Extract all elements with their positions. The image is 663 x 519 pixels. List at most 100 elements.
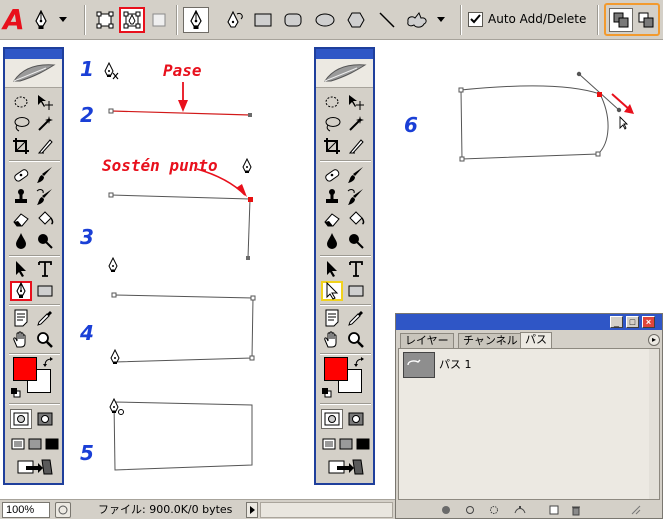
status-menu-arrow-icon[interactable] bbox=[246, 502, 258, 518]
jump-to-imageready-icon[interactable] bbox=[12, 457, 56, 477]
new-path-icon[interactable] bbox=[548, 504, 560, 516]
pen-icon[interactable] bbox=[183, 7, 209, 33]
chevron-down-icon[interactable] bbox=[434, 7, 448, 33]
auto-add-delete-checkbox[interactable] bbox=[468, 12, 483, 27]
blur-tool-icon[interactable] bbox=[10, 231, 32, 251]
panel-menu-icon[interactable]: ▸ bbox=[648, 334, 660, 346]
screen-mode-fullmenu-icon[interactable] bbox=[338, 434, 354, 454]
paint-bucket-tool-icon[interactable] bbox=[345, 209, 367, 229]
palette-titlebar[interactable] bbox=[316, 49, 373, 59]
close-icon[interactable]: × bbox=[642, 316, 655, 328]
screen-mode-standard-icon[interactable] bbox=[321, 434, 337, 454]
line-icon[interactable] bbox=[374, 7, 400, 33]
standard-mode-icon[interactable] bbox=[10, 409, 32, 429]
fill-path-icon[interactable] bbox=[440, 504, 452, 516]
stroke-path-icon[interactable] bbox=[464, 504, 476, 516]
healing-brush-tool-icon[interactable] bbox=[10, 165, 32, 185]
rectangle-tool-icon[interactable] bbox=[34, 281, 56, 301]
notes-tool-icon[interactable] bbox=[321, 308, 343, 328]
foreground-color-swatch[interactable] bbox=[13, 357, 37, 381]
clone-stamp-tool-icon[interactable] bbox=[10, 187, 32, 207]
jump-to-imageready-icon[interactable] bbox=[323, 457, 367, 477]
marquee-tool-icon[interactable] bbox=[10, 92, 32, 112]
move-tool-icon[interactable] bbox=[34, 92, 56, 112]
pen-tool-preset-icon[interactable] bbox=[28, 7, 54, 33]
add-to-path-icon[interactable] bbox=[609, 8, 633, 32]
load-path-as-selection-icon[interactable] bbox=[488, 504, 500, 516]
path-selection-tool-icon[interactable] bbox=[10, 259, 32, 279]
screen-mode-standard-icon[interactable] bbox=[10, 434, 26, 454]
screen-mode-full-icon[interactable] bbox=[355, 434, 371, 454]
type-tool-icon[interactable] bbox=[34, 259, 56, 279]
delete-path-icon[interactable] bbox=[570, 504, 582, 516]
eraser-tool-icon[interactable] bbox=[10, 209, 32, 229]
magic-wand-tool-icon[interactable] bbox=[345, 114, 367, 134]
clone-stamp-tool-icon[interactable] bbox=[321, 187, 343, 207]
dodge-tool-icon[interactable] bbox=[34, 231, 56, 251]
zoom-tool-icon[interactable] bbox=[345, 330, 367, 350]
default-colors-icon[interactable] bbox=[11, 385, 21, 403]
eyedropper-tool-icon[interactable] bbox=[34, 308, 56, 328]
lasso-tool-icon[interactable] bbox=[10, 114, 32, 134]
eraser-tool-icon[interactable] bbox=[321, 209, 343, 229]
quick-mask-mode-icon[interactable] bbox=[345, 409, 367, 429]
maximize-icon[interactable]: □ bbox=[626, 316, 639, 328]
notes-tool-icon[interactable] bbox=[10, 308, 32, 328]
horizontal-scrollbar[interactable] bbox=[260, 502, 393, 518]
panel-titlebar[interactable]: _ □ × bbox=[396, 314, 662, 330]
screen-mode-fullmenu-icon[interactable] bbox=[27, 434, 43, 454]
swap-colors-icon[interactable] bbox=[43, 356, 55, 374]
path-selection-tool-icon[interactable] bbox=[321, 259, 343, 279]
marquee-tool-icon[interactable] bbox=[321, 92, 343, 112]
history-brush-tool-icon[interactable] bbox=[345, 187, 367, 207]
lasso-tool-icon[interactable] bbox=[321, 114, 343, 134]
foreground-color-swatch[interactable] bbox=[324, 357, 348, 381]
path-row[interactable]: パス 1 bbox=[399, 351, 659, 379]
tab-paths[interactable]: パス bbox=[520, 332, 552, 348]
hand-tool-icon[interactable] bbox=[321, 330, 343, 350]
subtract-from-path-icon[interactable] bbox=[634, 8, 658, 32]
brush-tool-icon[interactable] bbox=[345, 165, 367, 185]
freeform-pen-icon[interactable] bbox=[222, 7, 248, 33]
brush-tool-icon[interactable] bbox=[34, 165, 56, 185]
quick-mask-mode-icon[interactable] bbox=[34, 409, 56, 429]
crop-tool-icon[interactable] bbox=[10, 136, 32, 156]
slice-tool-icon[interactable] bbox=[345, 136, 367, 156]
dodge-tool-icon[interactable] bbox=[345, 231, 367, 251]
screen-mode-full-icon[interactable] bbox=[44, 434, 60, 454]
paths-list-scrollbar[interactable] bbox=[649, 349, 659, 499]
feather-logo-icon[interactable] bbox=[316, 59, 373, 88]
custom-shape-icon[interactable] bbox=[404, 7, 430, 33]
make-work-path-icon[interactable] bbox=[514, 504, 526, 516]
default-colors-icon[interactable] bbox=[322, 385, 332, 403]
rounded-rectangle-icon[interactable] bbox=[280, 7, 306, 33]
swap-colors-icon[interactable] bbox=[354, 356, 366, 374]
standard-mode-icon[interactable] bbox=[321, 409, 343, 429]
tab-channels[interactable]: チャンネル bbox=[458, 333, 523, 348]
eyedropper-tool-icon[interactable] bbox=[345, 308, 367, 328]
move-tool-icon[interactable] bbox=[345, 92, 367, 112]
shape-layers-icon[interactable] bbox=[92, 7, 118, 33]
zoom-menu-icon[interactable] bbox=[55, 502, 71, 518]
hand-tool-icon[interactable] bbox=[10, 330, 32, 350]
rectangle-tool-icon[interactable] bbox=[345, 281, 367, 301]
paths-mode-icon[interactable] bbox=[119, 7, 145, 33]
minimize-icon[interactable]: _ bbox=[610, 316, 623, 328]
type-tool-icon[interactable] bbox=[345, 259, 367, 279]
zoom-level-field[interactable]: 100% bbox=[2, 502, 50, 518]
paint-bucket-tool-icon[interactable] bbox=[34, 209, 56, 229]
slice-tool-icon[interactable] bbox=[34, 136, 56, 156]
feather-logo-icon[interactable] bbox=[5, 59, 62, 88]
healing-brush-tool-icon[interactable] bbox=[321, 165, 343, 185]
ellipse-icon[interactable] bbox=[312, 7, 338, 33]
crop-tool-icon[interactable] bbox=[321, 136, 343, 156]
magic-wand-tool-icon[interactable] bbox=[34, 114, 56, 134]
history-brush-tool-icon[interactable] bbox=[34, 187, 56, 207]
tab-layers[interactable]: レイヤー bbox=[400, 333, 454, 348]
direct-selection-tool-icon[interactable] bbox=[321, 281, 343, 301]
fill-pixels-icon[interactable] bbox=[146, 7, 172, 33]
zoom-tool-icon[interactable] bbox=[34, 330, 56, 350]
resize-grip-icon[interactable] bbox=[630, 504, 642, 516]
polygon-icon[interactable] bbox=[343, 7, 369, 33]
chevron-down-icon[interactable] bbox=[56, 7, 70, 33]
